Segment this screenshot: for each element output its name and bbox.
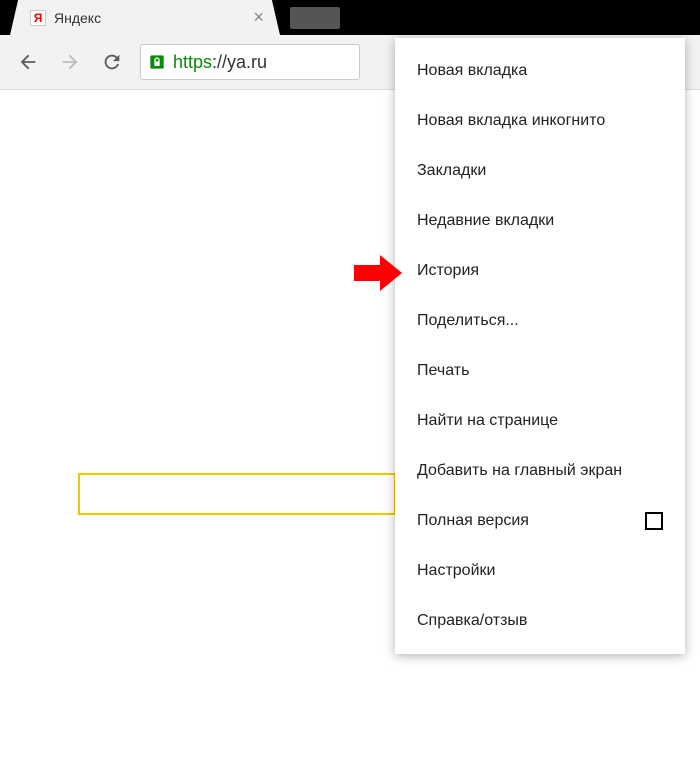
menu-item-label: Полная версия: [417, 512, 529, 530]
menu-item-bookmarks[interactable]: Закладки: [395, 146, 685, 196]
menu-item-recent-tabs[interactable]: Недавние вкладки: [395, 196, 685, 246]
reload-icon: [101, 51, 123, 73]
menu-item-label: Недавние вкладки: [417, 212, 554, 230]
menu-item-help[interactable]: Справка/отзыв: [395, 596, 685, 646]
checkbox-unchecked-icon[interactable]: [645, 512, 663, 530]
menu-item-label: Найти на странице: [417, 412, 558, 430]
arrow-left-icon: [17, 51, 39, 73]
forward-button[interactable]: [56, 48, 84, 76]
menu-item-label: Справка/отзыв: [417, 612, 527, 630]
menu-item-label: Поделиться...: [417, 312, 519, 330]
menu-item-label: Добавить на главный экран: [417, 462, 622, 480]
tab-strip: Я Яндекс ×: [0, 0, 700, 35]
url-host: ://ya.ru: [212, 52, 267, 72]
menu-item-label: Печать: [417, 362, 469, 380]
annotation-arrow-icon: [354, 255, 402, 291]
menu-item-desktop-site[interactable]: Полная версия: [395, 496, 685, 546]
menu-item-label: Настройки: [417, 562, 495, 580]
lock-icon: [149, 54, 165, 70]
menu-item-incognito-tab[interactable]: Новая вкладка инкогнито: [395, 96, 685, 146]
yandex-favicon: Я: [30, 10, 46, 26]
browser-menu: Новая вкладка Новая вкладка инкогнито За…: [395, 38, 685, 654]
menu-item-label: Новая вкладка инкогнито: [417, 112, 605, 130]
menu-item-add-to-homescreen[interactable]: Добавить на главный экран: [395, 446, 685, 496]
menu-item-new-tab[interactable]: Новая вкладка: [395, 46, 685, 96]
menu-item-label: История: [417, 262, 479, 280]
menu-item-label: Новая вкладка: [417, 62, 527, 80]
menu-item-print[interactable]: Печать: [395, 346, 685, 396]
yandex-search-input[interactable]: [78, 473, 396, 515]
arrow-right-icon: [59, 51, 81, 73]
close-tab-icon[interactable]: ×: [249, 7, 268, 28]
address-bar[interactable]: https://ya.ru: [140, 44, 360, 80]
browser-tab[interactable]: Я Яндекс ×: [10, 0, 280, 35]
menu-item-history[interactable]: История: [395, 246, 685, 296]
menu-item-share[interactable]: Поделиться...: [395, 296, 685, 346]
tab-title: Яндекс: [54, 10, 249, 26]
menu-item-settings[interactable]: Настройки: [395, 546, 685, 596]
menu-item-find-in-page[interactable]: Найти на странице: [395, 396, 685, 446]
menu-item-label: Закладки: [417, 162, 486, 180]
back-button[interactable]: [14, 48, 42, 76]
url-text: https://ya.ru: [173, 52, 267, 73]
reload-button[interactable]: [98, 48, 126, 76]
new-tab-button[interactable]: [290, 7, 340, 29]
url-scheme: https: [173, 52, 212, 72]
